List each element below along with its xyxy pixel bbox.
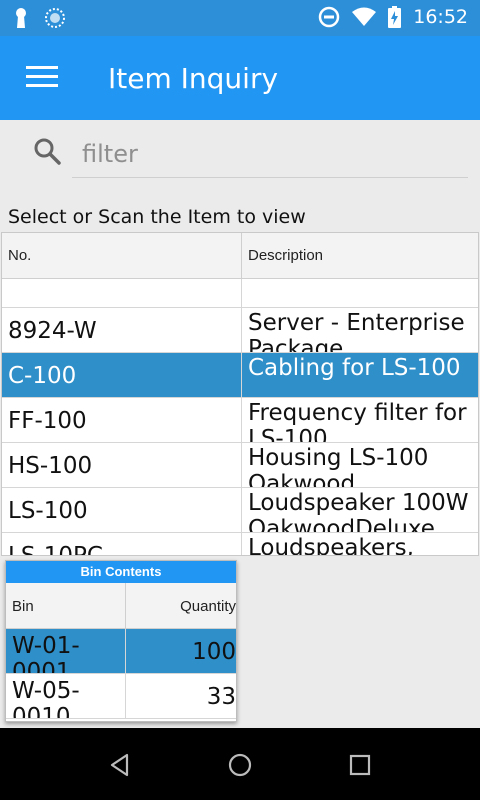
column-header-description[interactable]: Description xyxy=(242,233,478,278)
item-description: Server - Enterprise Package xyxy=(248,310,465,352)
bin-contents-title: Bin Contents xyxy=(6,561,236,583)
item-description: Cabling for LS-100 xyxy=(248,355,461,381)
item-no: LS-10PC xyxy=(2,533,242,555)
back-icon[interactable] xyxy=(107,752,133,778)
home-icon[interactable] xyxy=(227,752,253,778)
wifi-icon xyxy=(352,7,377,26)
item-description: Housing LS-100 Oakwood xyxy=(248,445,429,487)
items-table: No. Description 8924-W Server - Enterpri… xyxy=(1,232,479,556)
item-no: LS-100 xyxy=(2,488,242,532)
instruction-text: Select or Scan the Item to view xyxy=(8,206,306,228)
item-description: Loudspeakers, White xyxy=(248,535,414,556)
search-input[interactable] xyxy=(72,130,468,178)
search-bar xyxy=(0,120,480,190)
bin-contents-panel: Bin Contents Bin Quantity W-01-0001 100 … xyxy=(5,560,237,722)
table-row[interactable] xyxy=(2,279,478,308)
bin-code: W-05-0010 xyxy=(6,674,126,718)
bin-quantity: 100 xyxy=(192,639,236,665)
bin-code: W-01-0001 xyxy=(6,629,126,673)
bin-row-selected[interactable]: W-01-0001 100 xyxy=(6,629,236,674)
recents-icon[interactable] xyxy=(347,752,373,778)
clock: 16:52 xyxy=(413,6,468,28)
search-icon[interactable] xyxy=(32,136,62,166)
table-body[interactable]: 8924-W Server - Enterprise Package C-100… xyxy=(2,279,478,556)
item-description: Frequency filter for LS-100 xyxy=(248,400,467,442)
do-not-disturb-icon xyxy=(318,6,340,28)
item-description: Loudspeaker 100W OakwoodDeluxe xyxy=(248,490,469,532)
app-bar: Item Inquiry xyxy=(0,36,480,120)
table-header: No. Description xyxy=(2,233,478,279)
column-header-no[interactable]: No. xyxy=(2,233,242,278)
table-row[interactable]: FF-100 Frequency filter for LS-100 xyxy=(2,398,478,443)
item-no: HS-100 xyxy=(2,443,242,487)
item-no xyxy=(2,279,242,307)
column-header-quantity[interactable]: Quantity xyxy=(126,583,236,628)
item-description xyxy=(242,279,478,307)
battery-charging-icon xyxy=(388,6,402,28)
table-row[interactable]: 8924-W Server - Enterprise Package xyxy=(2,308,478,353)
globe-icon xyxy=(45,8,65,28)
item-no: 8924-W xyxy=(2,308,242,352)
bin-quantity: 33 xyxy=(206,684,236,710)
column-header-bin[interactable]: Bin xyxy=(6,583,126,628)
bin-row[interactable]: W-05-0010 33 xyxy=(6,674,236,719)
bin-table-header: Bin Quantity xyxy=(6,583,236,629)
table-row[interactable]: HS-100 Housing LS-100 Oakwood xyxy=(2,443,478,488)
navigation-bar xyxy=(0,728,480,800)
item-no: C-100 xyxy=(2,353,242,397)
keyhole-icon xyxy=(16,8,26,28)
page-title: Item Inquiry xyxy=(108,62,279,95)
table-row[interactable]: LS-100 Loudspeaker 100W OakwoodDeluxe xyxy=(2,488,478,533)
table-row[interactable]: LS-10PC Loudspeakers, White xyxy=(2,533,478,556)
status-bar: 16:52 xyxy=(0,0,480,36)
table-row-selected[interactable]: C-100 Cabling for LS-100 xyxy=(2,353,478,398)
item-no: FF-100 xyxy=(2,398,242,442)
hamburger-menu-icon[interactable] xyxy=(26,66,58,90)
